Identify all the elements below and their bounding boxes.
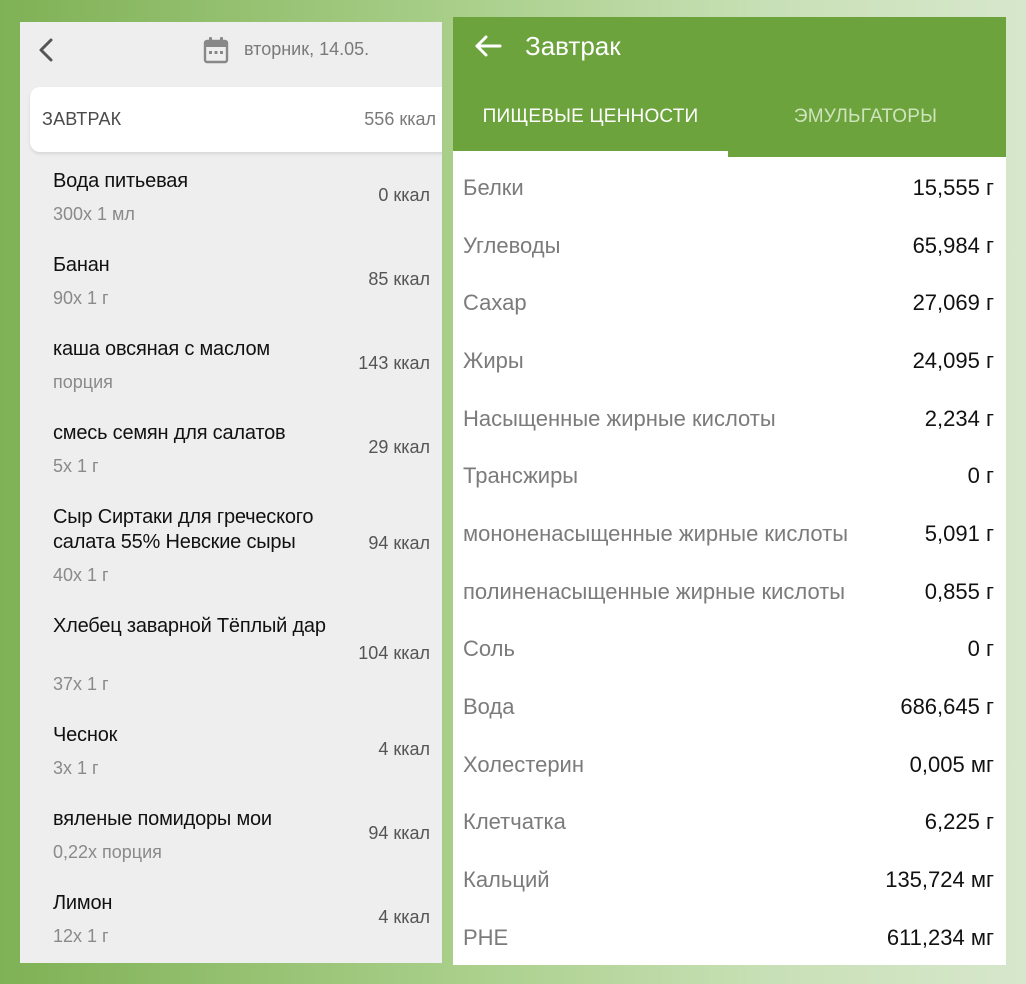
food-name: Сыр Сиртаки для греческого салата 55% Не… — [53, 506, 314, 553]
food-portion: 300х 1 мл — [53, 204, 135, 224]
food-kcal: 4 ккал — [378, 739, 430, 759]
diary-header: вторник, 14.05. — [20, 22, 442, 82]
nutrient-value: 686,645 г — [900, 694, 994, 719]
food-kcal: 0 ккал — [378, 185, 430, 205]
nutrient-name: Жиры — [463, 348, 524, 373]
nutrient-value: 0,855 г — [924, 579, 994, 604]
nutrient-name: Клетчатка — [463, 809, 566, 834]
food-name: Лимон — [53, 892, 113, 914]
food-portion: 5х 1 г — [53, 456, 99, 476]
food-name: Хлебец заварной Тёплый дар — [53, 615, 326, 637]
food-item[interactable]: Чеснок 3х 1 г 4 ккал — [20, 723, 442, 807]
nutrient-value: 65,984 г — [912, 233, 994, 258]
food-kcal: 94 ккал — [368, 533, 430, 553]
nutrient-name: Белки — [463, 175, 524, 200]
nutrient-name: мононенасыщенные жирные кислоты — [463, 521, 849, 546]
nutrient-row: Углеводы 65,984 г — [453, 225, 1006, 265]
food-kcal: 94 ккал — [368, 823, 430, 843]
food-item[interactable]: смесь семян для салатов 5х 1 г 29 ккал — [20, 421, 442, 505]
nutrient-row: Вода 686,645 г — [453, 686, 1006, 726]
nutrient-row: Кальций 135,724 мг — [453, 859, 1006, 899]
food-name: смесь семян для салатов — [53, 422, 286, 444]
nutrient-row: мононенасыщенные жирные кислоты 5,091 г — [453, 513, 1006, 553]
food-item[interactable]: Вода питьевая 300х 1 мл 0 ккал — [20, 169, 442, 253]
nutrient-value: 0 г — [967, 636, 994, 661]
meal-card-breakfast[interactable]: ЗАВТРАК 556 ккал — [30, 87, 442, 152]
nutrient-value: 24,095 г — [912, 348, 994, 373]
nutrient-row: Трансжиры 0 г — [453, 455, 1006, 495]
nutrient-name: Насыщенные жирные кислоты — [463, 406, 776, 431]
nutrient-row: Белки 15,555 г — [453, 167, 1006, 207]
food-name: Чеснок — [53, 724, 118, 746]
food-item[interactable]: Лимон 12х 1 г 4 ккал — [20, 891, 442, 963]
nutrition-panel: Завтрак ПИЩЕВЫЕ ЦЕННОСТИ ЭМУЛЬГАТОРЫ Бел… — [453, 17, 1006, 965]
tab-indicator — [453, 151, 728, 157]
food-portion: 3х 1 г — [53, 758, 99, 778]
nutrient-name: Холестерин — [463, 752, 584, 777]
food-item[interactable]: вяленые помидоры мои 0,22х порция 94 кка… — [20, 807, 442, 891]
nutrient-row: Холестерин 0,005 мг — [453, 744, 1006, 784]
nutrient-name: PHE — [463, 925, 509, 950]
food-kcal: 85 ккал — [368, 269, 430, 289]
food-portion: порция — [53, 372, 113, 392]
food-portion: 37х 1 г — [53, 674, 109, 694]
food-item[interactable]: Сыр Сиртаки для греческого салата 55% Не… — [20, 505, 442, 614]
nutrient-name: Кальций — [463, 867, 550, 892]
food-portion: 40х 1 г — [53, 565, 109, 585]
nutrient-name: Углеводы — [463, 233, 561, 258]
chevron-left-icon[interactable] — [34, 36, 58, 64]
arrow-left-icon[interactable] — [473, 31, 503, 61]
meal-kcal: 556 ккал — [364, 109, 436, 129]
tab-emulsifiers[interactable]: ЭМУЛЬГАТОРЫ — [728, 106, 1003, 128]
food-kcal: 104 ккал — [358, 643, 430, 663]
food-portion: 90х 1 г — [53, 288, 109, 308]
meal-diary-panel: вторник, 14.05. ЗАВТРАК 556 ккал Вода пи… — [20, 22, 442, 963]
food-name: каша овсяная с маслом — [53, 338, 270, 360]
food-kcal: 29 ккал — [368, 437, 430, 457]
nutrient-row: Жиры 24,095 г — [453, 340, 1006, 380]
nutrient-value: 2,234 г — [924, 406, 994, 431]
nutrient-value: 15,555 г — [912, 175, 994, 200]
nutrient-row: Сахар 27,069 г — [453, 282, 1006, 322]
nutrient-name: Соль — [463, 636, 515, 661]
food-kcal: 143 ккал — [358, 353, 430, 373]
nutrient-row: PHE 611,234 мг — [453, 917, 1006, 957]
nutrient-row: Клетчатка 6,225 г — [453, 801, 1006, 841]
nutrient-value: 27,069 г — [912, 290, 994, 315]
nutrient-name: Вода — [463, 694, 515, 719]
nutrient-value: 0,005 мг — [909, 752, 994, 777]
nutrient-name: полиненасыщенные жирные кислоты — [463, 579, 846, 604]
nutrient-value: 135,724 мг — [885, 867, 994, 892]
nutrient-name: Сахар — [463, 290, 527, 315]
calendar-icon[interactable] — [203, 36, 229, 64]
nutrient-row: Насыщенные жирные кислоты 2,234 г — [453, 398, 1006, 438]
food-item[interactable]: каша овсяная с маслом порция 143 ккал — [20, 337, 442, 421]
tab-nutritional-values[interactable]: ПИЩЕВЫЕ ЦЕННОСТИ — [453, 106, 728, 128]
food-item[interactable]: Банан 90х 1 г 85 ккал — [20, 253, 442, 337]
nutrient-row: полиненасыщенные жирные кислоты 0,855 г — [453, 571, 1006, 611]
app-bar: Завтрак ПИЩЕВЫЕ ЦЕННОСТИ ЭМУЛЬГАТОРЫ — [453, 17, 1006, 157]
food-portion: 12х 1 г — [53, 926, 109, 946]
nutrient-row: Соль 0 г — [453, 628, 1006, 668]
nutrient-value: 5,091 г — [924, 521, 994, 546]
food-name: Вода питьевая — [53, 170, 188, 192]
date-label[interactable]: вторник, 14.05. — [244, 39, 369, 60]
page-title: Завтрак — [525, 31, 621, 61]
nutrient-value: 6,225 г — [924, 809, 994, 834]
food-item[interactable]: Хлебец заварной Тёплый дар 37х 1 г 104 к… — [20, 614, 442, 723]
food-portion: 0,22х порция — [53, 842, 162, 862]
food-name: вяленые помидоры мои — [53, 808, 272, 830]
nutrient-value: 611,234 мг — [886, 925, 994, 950]
meal-name: ЗАВТРАК — [42, 109, 122, 129]
nutrient-value: 0 г — [967, 463, 994, 488]
food-name: Банан — [53, 254, 110, 276]
nutrient-name: Трансжиры — [463, 463, 579, 488]
food-kcal: 4 ккал — [378, 907, 430, 927]
